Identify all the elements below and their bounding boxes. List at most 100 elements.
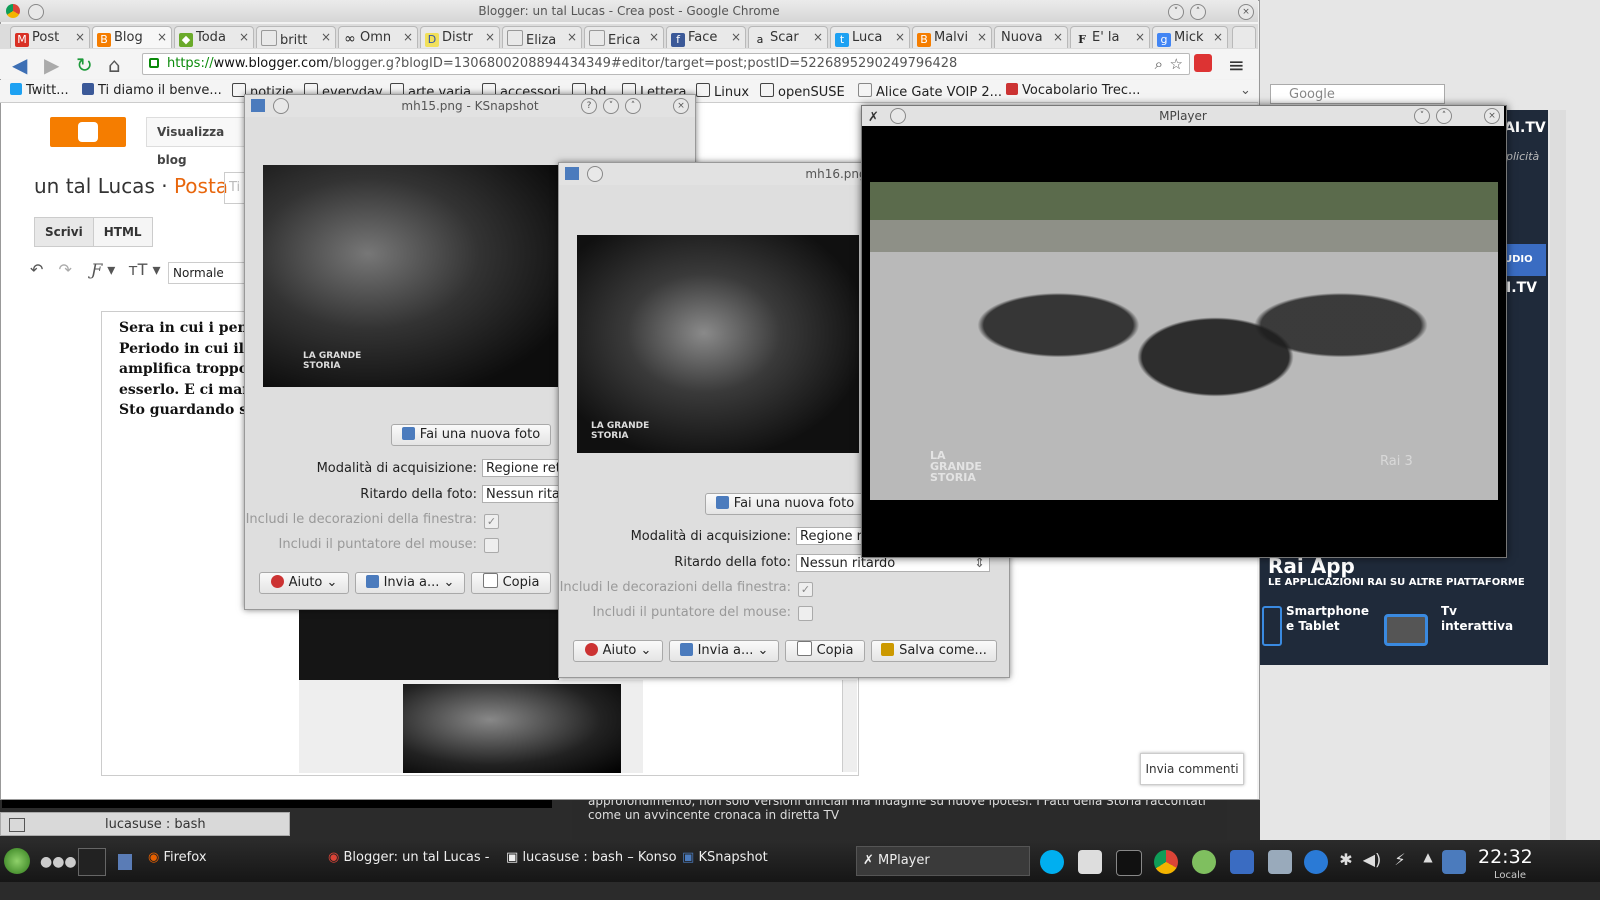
help-menu-button[interactable]: Aiuto ⌄: [573, 640, 663, 662]
minimize-button[interactable]: ˅: [603, 98, 619, 114]
taskbar-item-chrome[interactable]: ◉ Blogger: un tal Lucas -: [328, 850, 489, 865]
tab-omn[interactable]: ∞ Omn ×: [338, 26, 418, 48]
tab-amazon[interactable]: a Scar ×: [748, 26, 828, 48]
evernote-icon[interactable]: [1192, 850, 1216, 874]
copy-button[interactable]: Copia: [785, 640, 865, 662]
background-scrollbar[interactable]: [1550, 110, 1566, 840]
taskbar-item-konsole[interactable]: ▣ lucasuse : bash – Konso: [506, 850, 677, 865]
tab-e-la[interactable]: F E' la ×: [1070, 26, 1150, 48]
close-tab-icon[interactable]: ×: [813, 30, 823, 44]
desktop-pager-icon[interactable]: [78, 848, 106, 876]
close-tab-icon[interactable]: ×: [485, 30, 495, 44]
close-button[interactable]: ×: [673, 98, 689, 114]
embedded-image-dark[interactable]: [299, 608, 559, 680]
tab-toda[interactable]: ◆ Toda ×: [174, 26, 254, 48]
konsole-tab[interactable]: lucasuse : bash: [0, 812, 290, 836]
close-button[interactable]: ×: [1238, 4, 1254, 20]
maximize-button[interactable]: ˄: [1190, 4, 1206, 20]
document-icon[interactable]: [1230, 850, 1254, 874]
maximize-button[interactable]: ˄: [1436, 108, 1452, 124]
close-tab-icon[interactable]: ×: [1053, 30, 1063, 44]
bookmark-item[interactable]: Ti diamo il benve...: [82, 83, 222, 98]
screenshot-preview[interactable]: LA GRANDE STORIA: [263, 165, 563, 387]
close-tab-icon[interactable]: ×: [649, 30, 659, 44]
send-to-button[interactable]: Invia a... ⌄: [669, 640, 779, 662]
window-menu-button[interactable]: [890, 108, 906, 124]
paragraph-format-select[interactable]: Normale: [168, 262, 254, 284]
skype-icon[interactable]: [1040, 850, 1064, 874]
bookmark-item[interactable]: Twitt...: [10, 83, 69, 98]
tab-eliza[interactable]: Eliza ×: [502, 26, 582, 48]
copy-button[interactable]: Copia: [471, 572, 551, 594]
tab-distr[interactable]: D Distr ×: [420, 26, 500, 48]
tab-britt[interactable]: britt ×: [256, 26, 336, 48]
extension-icon[interactable]: [1194, 54, 1212, 72]
tab-compose[interactable]: Scrivi: [34, 217, 94, 247]
undo-icon[interactable]: ↶: [30, 260, 43, 279]
reload-icon[interactable]: ↻: [76, 53, 93, 77]
bookmarks-overflow-icon[interactable]: ⌄: [1240, 83, 1251, 98]
volume-icon[interactable]: ◀): [1360, 850, 1384, 874]
tray-expand-icon[interactable]: ▲: [1416, 850, 1440, 874]
zoom-icon[interactable]: ⌕: [1155, 54, 1163, 74]
rai-tv-link[interactable]: Tv interattiva: [1441, 604, 1521, 634]
new-snapshot-button[interactable]: Fai una nuova foto: [391, 424, 551, 446]
redo-icon[interactable]: ↷: [59, 260, 72, 279]
close-tab-icon[interactable]: ×: [567, 30, 577, 44]
bluetooth-icon[interactable]: ✱: [1334, 850, 1358, 874]
forward-icon[interactable]: ▶: [44, 53, 59, 77]
close-tab-icon[interactable]: ×: [403, 30, 413, 44]
view-blog-button[interactable]: Visualizza blog: [146, 117, 258, 167]
star-icon[interactable]: ☆: [1170, 54, 1183, 74]
wifi-icon[interactable]: ⚡: [1388, 850, 1412, 874]
window-menu-button[interactable]: [273, 98, 289, 114]
network-icon[interactable]: [1268, 850, 1292, 874]
bookmark-folder[interactable]: Linux: [696, 83, 749, 100]
background-search-box[interactable]: Google: [1270, 84, 1445, 104]
tab-twitter[interactable]: t Luca ×: [830, 26, 910, 48]
character-map-icon[interactable]: [1078, 850, 1102, 874]
minimize-button[interactable]: ˅: [1414, 108, 1430, 124]
activities-icon[interactable]: ●●●: [40, 854, 77, 870]
include-decorations-checkbox[interactable]: ✓: [484, 514, 499, 529]
close-tab-icon[interactable]: ×: [75, 30, 85, 44]
minimize-button[interactable]: ˅: [1168, 4, 1184, 20]
menu-icon[interactable]: ≡: [1228, 53, 1245, 77]
taskbar-item-ksnapshot[interactable]: ▣ KSnapshot: [682, 850, 768, 865]
include-pointer-checkbox[interactable]: [484, 538, 499, 553]
tab-nuova[interactable]: Nuova ×: [994, 26, 1068, 48]
capture-mode-select[interactable]: Regione rett: [482, 459, 562, 477]
rai-smartphone-link[interactable]: Smartphone e Tablet: [1286, 604, 1376, 634]
home-icon[interactable]: ⌂: [108, 53, 121, 77]
address-bar[interactable]: https://www.blogger.com/blogger.g?blogID…: [142, 53, 1190, 75]
taskbar-item-mplayer[interactable]: ✗ MPlayer: [856, 846, 1030, 876]
tab-html[interactable]: HTML: [92, 217, 153, 247]
close-tab-icon[interactable]: ×: [1135, 30, 1145, 44]
window-menu-button[interactable]: [587, 166, 603, 182]
back-icon[interactable]: ◀: [12, 53, 27, 77]
new-snapshot-button[interactable]: Fai una nuova foto: [705, 493, 865, 515]
video-frame[interactable]: LA GRANDE STORIA Rai 3: [870, 182, 1498, 500]
maximize-button[interactable]: ˄: [625, 98, 641, 114]
ksnapshot-tray-icon[interactable]: [1442, 850, 1466, 874]
close-tab-icon[interactable]: ×: [321, 30, 331, 44]
tab-facebook[interactable]: f Face ×: [666, 26, 746, 48]
tab-malvi[interactable]: B Malvi ×: [912, 26, 992, 48]
font-family-icon[interactable]: Ƒ ▾: [91, 260, 115, 279]
bookmark-item[interactable]: Alice Gate VOIP 2...: [858, 83, 1002, 100]
clock[interactable]: 22:32: [1478, 846, 1533, 868]
close-tab-icon[interactable]: ×: [1213, 30, 1223, 44]
send-feedback-button[interactable]: Invia commenti: [1140, 753, 1244, 785]
terminal-icon[interactable]: [1116, 850, 1142, 876]
chrome-icon[interactable]: [1154, 850, 1178, 874]
screenshot-preview[interactable]: LA GRANDE STORIA: [577, 235, 859, 453]
tab-blogger[interactable]: B Blog ×: [92, 26, 172, 48]
new-tab-button[interactable]: [1232, 26, 1256, 48]
help-menu-button[interactable]: Aiuto ⌄: [259, 572, 349, 594]
close-tab-icon[interactable]: ×: [895, 30, 905, 44]
bookmark-folder[interactable]: openSUSE: [760, 83, 845, 100]
save-as-button[interactable]: Salva come...: [871, 640, 997, 662]
tab-erica[interactable]: Erica ×: [584, 26, 664, 48]
close-button[interactable]: ×: [1484, 108, 1500, 124]
font-size-icon[interactable]: ᴛT ▾: [128, 260, 160, 279]
